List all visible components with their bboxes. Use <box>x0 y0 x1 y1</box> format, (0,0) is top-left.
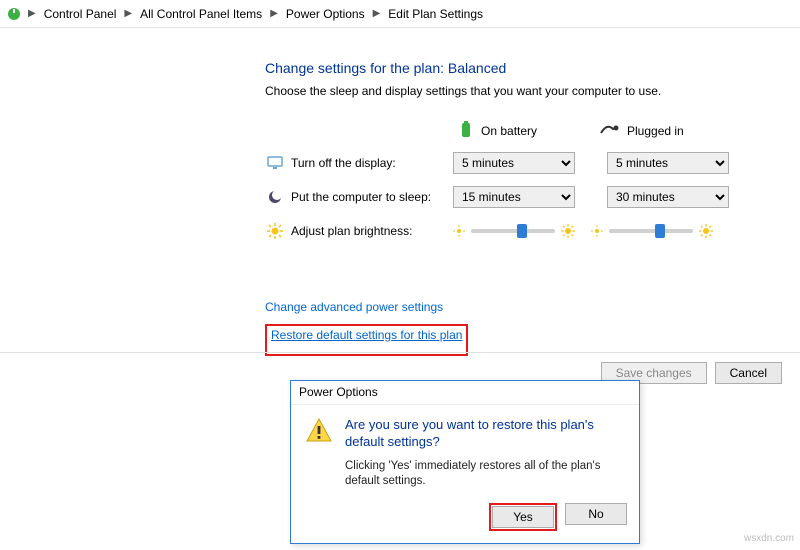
brightness-plugged-slider[interactable] <box>591 224 713 238</box>
dialog-message: Are you sure you want to restore this pl… <box>345 417 625 451</box>
sleep-plugged-select[interactable]: 30 minutes <box>607 186 729 208</box>
dialog-description: Clicking 'Yes' immediately restores all … <box>345 459 625 489</box>
sleep-row: Put the computer to sleep: 15 minutes 30… <box>265 180 800 214</box>
brightness-battery-slider[interactable] <box>453 224 575 238</box>
main-content: Change settings for the plan: Balanced C… <box>0 28 800 356</box>
chevron-right-icon: ▶ <box>373 8 381 19</box>
battery-column-header: On battery <box>459 121 589 142</box>
breadcrumb-item[interactable]: Power Options <box>284 5 367 23</box>
column-headers: On battery Plugged in <box>459 116 800 146</box>
no-button[interactable]: No <box>565 503 627 525</box>
power-options-icon <box>6 6 22 22</box>
page-title: Change settings for the plan: Balanced <box>265 60 800 76</box>
chevron-right-icon: ▶ <box>28 8 36 19</box>
watermark: wsxdn.com <box>744 533 794 544</box>
moon-icon <box>265 190 285 204</box>
sleep-label: Put the computer to sleep: <box>285 190 453 204</box>
sun-large-icon <box>699 224 713 238</box>
breadcrumb: ▶ Control Panel ▶ All Control Panel Item… <box>0 0 800 28</box>
plug-icon <box>599 123 619 140</box>
brightness-row: Adjust plan brightness: <box>265 214 800 248</box>
plugged-column-label: Plugged in <box>627 124 684 138</box>
breadcrumb-item[interactable]: All Control Panel Items <box>138 5 264 23</box>
display-label: Turn off the display: <box>285 156 453 170</box>
confirm-dialog: Power Options Are you sure you want to r… <box>290 380 640 544</box>
display-row: Turn off the display: 5 minutes 5 minute… <box>265 146 800 180</box>
sun-icon <box>265 223 285 239</box>
yes-button[interactable]: Yes <box>492 506 554 528</box>
battery-icon <box>459 121 473 142</box>
warning-icon <box>305 417 333 489</box>
display-plugged-select[interactable]: 5 minutes <box>607 152 729 174</box>
restore-defaults-link[interactable]: Restore default settings for this plan <box>271 328 462 342</box>
monitor-icon <box>265 156 285 170</box>
brightness-label: Adjust plan brightness: <box>285 224 453 238</box>
yes-highlight: Yes <box>489 503 557 531</box>
divider <box>0 352 800 353</box>
advanced-settings-link[interactable]: Change advanced power settings <box>265 300 443 314</box>
breadcrumb-item[interactable]: Control Panel <box>42 5 119 23</box>
sleep-battery-select[interactable]: 15 minutes <box>453 186 575 208</box>
sun-small-icon <box>591 225 603 237</box>
cancel-button[interactable]: Cancel <box>715 362 782 384</box>
breadcrumb-item[interactable]: Edit Plan Settings <box>386 5 485 23</box>
page-subtitle: Choose the sleep and display settings th… <box>265 84 800 98</box>
sun-small-icon <box>453 225 465 237</box>
chevron-right-icon: ▶ <box>124 8 132 19</box>
plugged-column-header: Plugged in <box>599 123 729 140</box>
battery-column-label: On battery <box>481 124 537 138</box>
sun-large-icon <box>561 224 575 238</box>
chevron-right-icon: ▶ <box>270 8 278 19</box>
links-section: Change advanced power settings Restore d… <box>265 300 800 356</box>
dialog-title: Power Options <box>291 381 639 405</box>
display-battery-select[interactable]: 5 minutes <box>453 152 575 174</box>
